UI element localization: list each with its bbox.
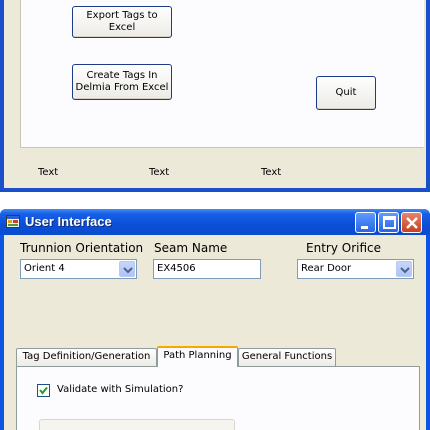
close-button[interactable]: [401, 212, 422, 233]
title-bar[interactable]: User Interface: [0, 209, 430, 235]
checkmark-icon: [39, 386, 48, 395]
trunnion-orientation-value: Orient 4: [24, 263, 65, 274]
minimize-button[interactable]: [355, 212, 376, 233]
quit-button[interactable]: Quit: [316, 76, 376, 110]
button-panel: Export Tags to Excel Create Tags In Delm…: [20, 0, 424, 148]
window-title: User Interface: [25, 214, 112, 229]
window-body: Trunnion Orientation Seam Name Entry Ori…: [4, 235, 426, 430]
close-icon: [406, 217, 418, 229]
maximize-icon: [383, 216, 396, 229]
tab-tag-definition-generation[interactable]: Tag Definition/Generation: [16, 348, 157, 366]
validate-with-simulation-checkbox[interactable]: [37, 384, 50, 397]
app-window-icon: [6, 215, 20, 228]
seam-name-label: Seam Name: [154, 241, 228, 255]
status-text-1: Text: [38, 167, 59, 178]
maximize-button[interactable]: [378, 212, 399, 233]
entry-orifice-value: Rear Door: [301, 263, 352, 274]
seam-name-input[interactable]: EX4506: [153, 259, 261, 279]
validate-with-simulation-label: Validate with Simulation?: [57, 384, 184, 395]
tab-general-functions[interactable]: General Functions: [238, 348, 336, 366]
status-text-3: Text: [261, 167, 282, 178]
window-body: Export Tags to Excel Create Tags In Delm…: [4, 0, 426, 188]
minimize-icon: [361, 226, 368, 229]
trunnion-orientation-dropdown[interactable]: Orient 4: [20, 259, 137, 279]
path-planning-tab-page: Validate with Simulation?: [16, 366, 420, 430]
previous-window-fragment: Export Tags to Excel Create Tags In Delm…: [0, 0, 430, 192]
export-tags-to-excel-button[interactable]: Export Tags to Excel: [72, 6, 172, 38]
entry-orifice-dropdown[interactable]: Rear Door: [297, 259, 414, 279]
trunnion-orientation-label: Trunnion Orientation: [20, 241, 144, 255]
status-text-2: Text: [149, 167, 170, 178]
tab-path-planning[interactable]: Path Planning: [157, 346, 238, 367]
disabled-button[interactable]: [39, 419, 235, 430]
user-interface-window: User Interface Trunnion Orientation Seam…: [0, 209, 430, 430]
entry-orifice-label: Entry Orifice: [306, 241, 381, 255]
chevron-down-icon[interactable]: [119, 261, 135, 277]
create-tags-in-delmia-button[interactable]: Create Tags In Delmia From Excel: [72, 64, 172, 100]
chevron-down-icon[interactable]: [396, 261, 412, 277]
